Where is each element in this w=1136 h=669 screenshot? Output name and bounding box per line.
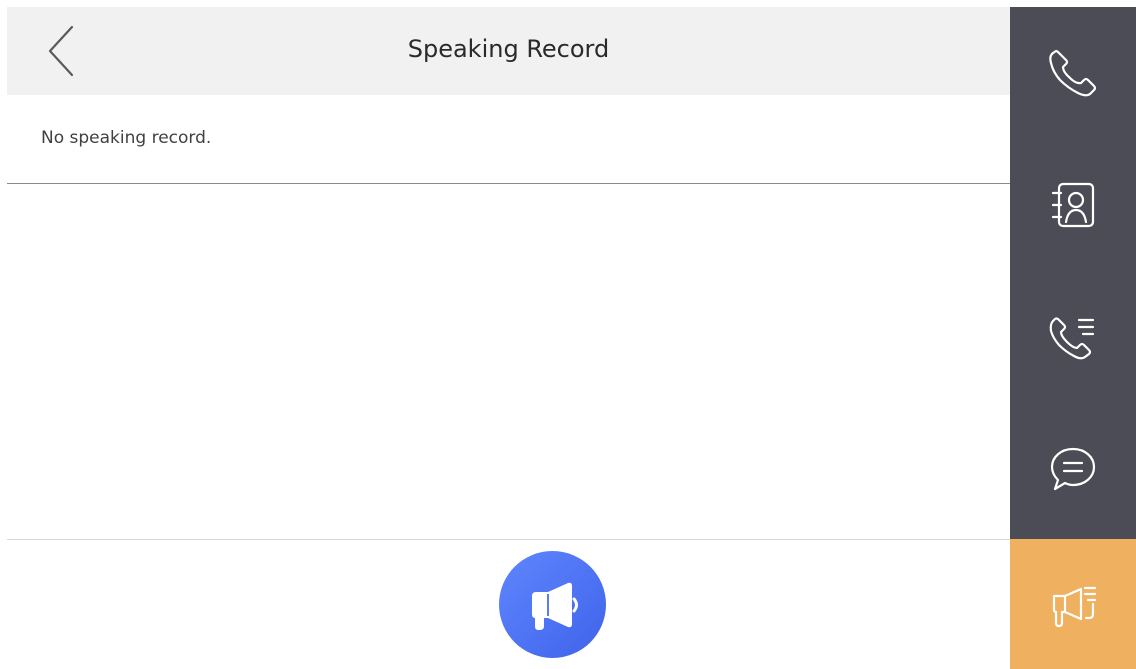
sidebar-item-contacts[interactable] xyxy=(1010,139,1136,271)
empty-state-message: No speaking record. xyxy=(41,128,212,148)
sidebar xyxy=(1010,7,1136,669)
sidebar-item-speaking-record[interactable] xyxy=(1010,539,1136,669)
sidebar-item-messages[interactable] xyxy=(1010,403,1136,535)
speak-button[interactable] xyxy=(499,551,606,658)
sidebar-item-call-log[interactable] xyxy=(1010,271,1136,403)
sidebar-item-call[interactable] xyxy=(1010,7,1136,139)
message-bubble-icon xyxy=(1045,441,1101,497)
main-panel: Speaking Record No speaking record. xyxy=(7,7,1010,669)
call-log-icon xyxy=(1045,309,1101,365)
page-title: Speaking Record xyxy=(407,35,610,63)
contact-book-icon xyxy=(1045,177,1101,233)
speaking-record-screen: Speaking Record No speaking record. xyxy=(0,0,1136,669)
divider xyxy=(7,183,1010,184)
megaphone-list-icon xyxy=(1045,576,1101,632)
phone-icon xyxy=(1045,45,1101,101)
megaphone-icon xyxy=(531,582,578,630)
divider xyxy=(7,539,1010,540)
header-bar: Speaking Record xyxy=(7,7,1010,95)
